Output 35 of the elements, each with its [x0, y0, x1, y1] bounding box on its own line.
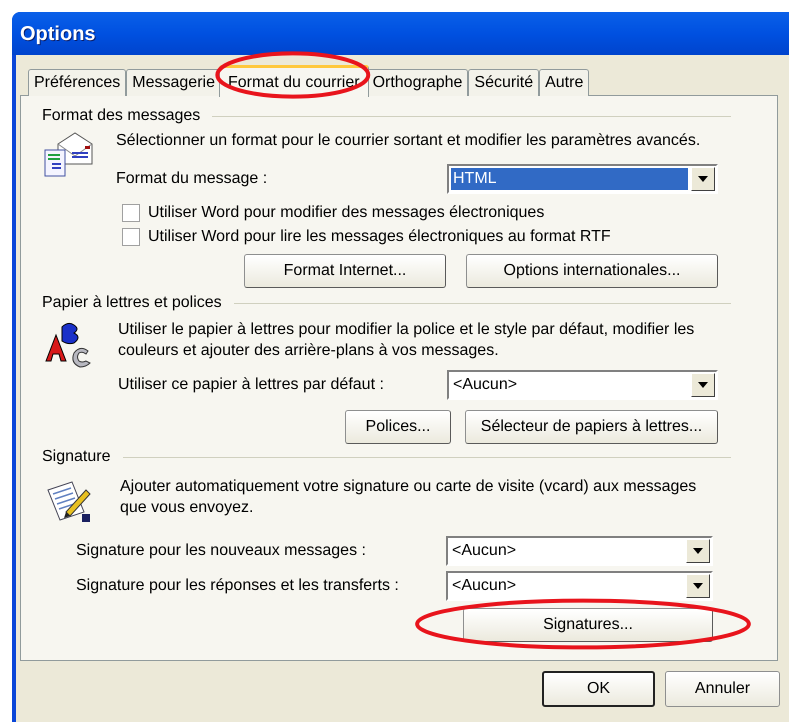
section-description: Ajouter automatiquement votre signature ou carte de visite (vcard) aux messages que vous envoyez.	[120, 477, 698, 518]
dropdown-arrow-icon	[698, 176, 708, 182]
dropdown-arrow-icon	[698, 382, 708, 388]
field-label: Utiliser ce papier à lettres par défaut :	[118, 375, 385, 395]
button[interactable]: OK	[542, 671, 655, 707]
checkbox[interactable]	[122, 228, 140, 246]
field-label: Format du message :	[116, 169, 268, 189]
dropdown[interactable]: <Aucun>	[446, 571, 713, 601]
checkbox[interactable]	[122, 204, 140, 222]
button[interactable]: Options internationales...	[466, 254, 718, 288]
dropdown[interactable]: <Aucun>	[446, 536, 713, 566]
dropdown-arrow-icon	[693, 583, 703, 589]
section-heading: Papier à lettres et polices	[42, 293, 223, 313]
dropdown-arrow-icon	[693, 548, 703, 554]
field-label: Signature pour les réponses et les transferts :	[76, 576, 400, 596]
tab[interactable]: Messagerie	[126, 69, 221, 96]
dropdown[interactable]: HTML	[447, 164, 718, 194]
dropdown[interactable]: <Aucun>	[447, 370, 718, 400]
field-label: Signature pour les nouveaux messages :	[76, 541, 367, 561]
button[interactable]: Signatures...	[463, 608, 713, 642]
button[interactable]: Polices...	[345, 410, 451, 444]
button[interactable]: Sélecteur de papiers à lettres...	[465, 410, 718, 444]
button[interactable]: Format Internet...	[244, 254, 446, 288]
section-description: Utiliser le papier à lettres pour modifier la police et le style par défaut, modifier les couleurs et ajouter des arrière-plans à vos messages.	[118, 320, 696, 361]
section-heading: Signature	[42, 447, 112, 467]
checkbox-label: Utiliser Word pour lire les messages électroniques au format RTF	[148, 227, 611, 247]
button[interactable]: Annuler	[665, 671, 780, 707]
tab[interactable]: Sécurité	[468, 69, 540, 96]
window-title: Options	[20, 22, 96, 46]
tab[interactable]: Orthographe	[366, 69, 468, 96]
tab[interactable]: Préférences	[28, 69, 126, 96]
section-description: Sélectionner un format pour le courrier sortant et modifier les paramètres avancés.	[116, 131, 702, 151]
section-heading: Format des messages	[42, 106, 202, 126]
checkbox-label: Utiliser Word pour modifier des messages électroniques	[148, 203, 544, 223]
tab[interactable]: Autre	[539, 69, 590, 96]
